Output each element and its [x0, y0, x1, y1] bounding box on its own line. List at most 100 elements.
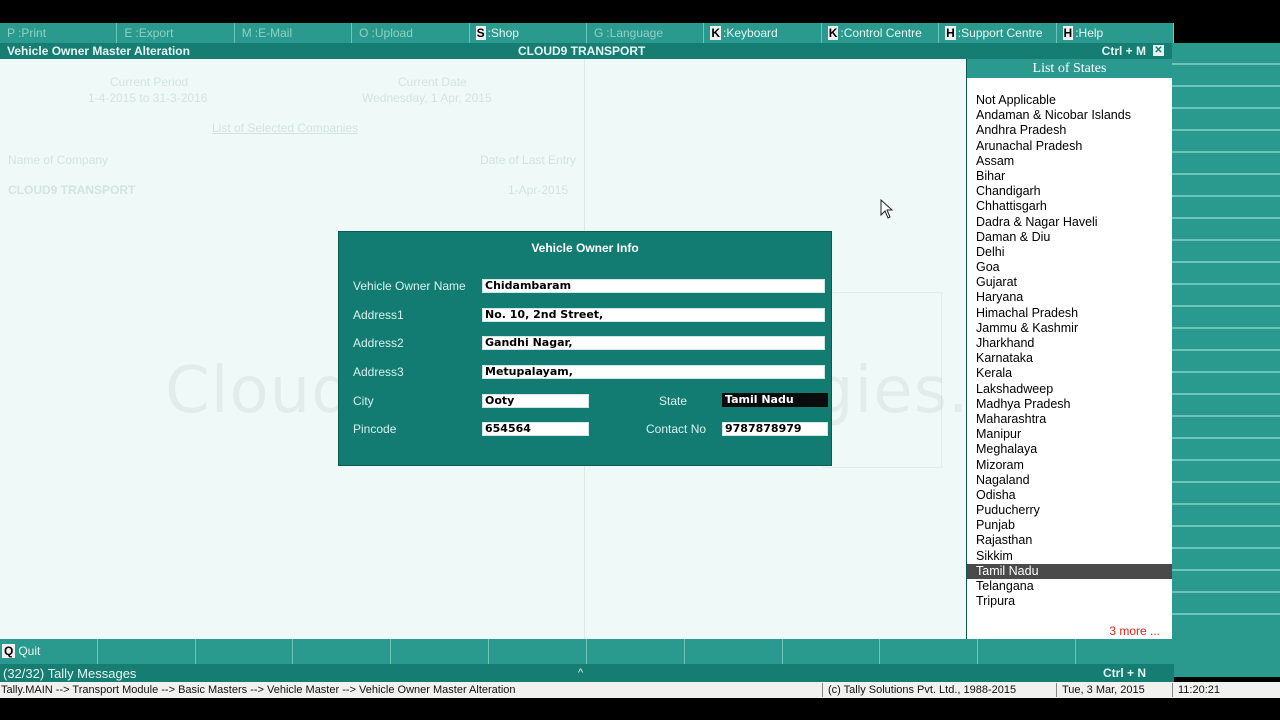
state-list-item[interactable]: Madhya Pradesh [967, 397, 1172, 412]
state-list-item[interactable]: Karnataka [967, 351, 1172, 366]
side-button[interactable] [1172, 351, 1280, 373]
state-label: State [659, 394, 688, 408]
control-centre-button[interactable]: K:Control Centre [822, 23, 940, 43]
state-list-item[interactable]: Kerala [967, 366, 1172, 381]
side-button[interactable] [1172, 593, 1280, 615]
side-button[interactable] [1172, 131, 1280, 153]
state-list-item[interactable]: Chhattisgarh [967, 199, 1172, 214]
control-centre-key: K [827, 26, 839, 40]
side-button[interactable] [1172, 395, 1280, 417]
state-list-item[interactable]: Punjab [967, 518, 1172, 533]
more-items-link[interactable]: 3 more ... [1109, 624, 1160, 638]
state-list-item[interactable]: Gujarat [967, 275, 1172, 290]
state-list-item[interactable]: Telangana [967, 579, 1172, 594]
state-list-item[interactable]: Haryana [967, 290, 1172, 305]
state-list-item[interactable]: Bihar [967, 169, 1172, 184]
state-list-item[interactable]: Chandigarh [967, 184, 1172, 199]
state-list-item[interactable]: Manipur [967, 427, 1172, 442]
expand-icon[interactable]: ^ [578, 664, 583, 682]
bottom-button[interactable] [685, 639, 783, 664]
owner-name-field[interactable]: Chidambaram [482, 279, 825, 293]
state-list-item[interactable]: Nagaland [967, 473, 1172, 488]
side-button[interactable] [1172, 43, 1280, 65]
email-button[interactable]: M:E-Mail [235, 23, 353, 43]
state-list-item[interactable]: Jammu & Kashmir [967, 321, 1172, 336]
keyboard-button[interactable]: K:Keyboard [704, 23, 822, 43]
address1-field[interactable]: No. 10, 2nd Street, [482, 308, 825, 322]
state-list-item[interactable]: Himachal Pradesh [967, 306, 1172, 321]
bottom-button[interactable] [391, 639, 490, 664]
state-list-item[interactable]: Arunachal Pradesh [967, 139, 1172, 154]
state-list-item[interactable]: Jharkhand [967, 336, 1172, 351]
contact-field[interactable]: 9787878979 [722, 422, 828, 436]
side-button[interactable] [1172, 417, 1280, 439]
address1-label: Address1 [353, 308, 404, 322]
support-centre-button[interactable]: H:Support Centre [939, 23, 1057, 43]
city-field[interactable]: Ooty [482, 394, 589, 408]
bottom-button[interactable] [880, 639, 979, 664]
bottom-button[interactable] [293, 639, 392, 664]
state-field[interactable]: Tamil Nadu [722, 393, 828, 407]
bottom-button[interactable] [783, 639, 881, 664]
side-button[interactable] [1172, 527, 1280, 549]
side-button[interactable] [1172, 241, 1280, 263]
side-button[interactable] [1172, 329, 1280, 351]
side-button[interactable] [1172, 197, 1280, 219]
bottom-button[interactable] [489, 639, 587, 664]
state-list-item[interactable]: Goa [967, 260, 1172, 275]
status-separator [1056, 683, 1057, 697]
side-button[interactable] [1172, 175, 1280, 197]
address3-field[interactable]: Metupalayam, [482, 365, 825, 379]
shop-button[interactable]: S:Shop [470, 23, 587, 43]
state-list-item[interactable]: Rajasthan [967, 533, 1172, 548]
side-button[interactable] [1172, 219, 1280, 241]
tally-messages[interactable]: (32/32) Tally Messages [3, 665, 136, 683]
state-list-item[interactable]: Not Applicable [967, 93, 1172, 108]
state-list-item[interactable]: Daman & Diu [967, 230, 1172, 245]
bottom-button[interactable] [196, 639, 294, 664]
side-button[interactable] [1172, 461, 1280, 483]
state-list-item[interactable]: Lakshadweep [967, 382, 1172, 397]
tally-messages-bar[interactable]: (32/32) Tally Messages ^ Ctrl + N [0, 664, 1174, 682]
side-button[interactable] [1172, 153, 1280, 175]
address2-field[interactable]: Gandhi Nagar, [482, 336, 825, 350]
side-button[interactable] [1172, 505, 1280, 527]
bottom-button[interactable] [587, 639, 685, 664]
side-button[interactable] [1172, 263, 1280, 285]
state-list-item[interactable]: Delhi [967, 245, 1172, 260]
help-button[interactable]: H:Help [1057, 23, 1174, 43]
side-button[interactable] [1172, 307, 1280, 329]
side-button[interactable] [1172, 571, 1280, 593]
bottom-button[interactable] [1076, 639, 1174, 664]
side-button[interactable] [1172, 373, 1280, 395]
state-list-item[interactable]: Andaman & Nicobar Islands [967, 108, 1172, 123]
state-list-item[interactable]: Mizoram [967, 458, 1172, 473]
side-button[interactable] [1172, 439, 1280, 461]
state-list-item[interactable]: Sikkim [967, 549, 1172, 564]
state-list-item[interactable]: Assam [967, 154, 1172, 169]
side-button[interactable] [1172, 285, 1280, 307]
state-list-item[interactable]: Meghalaya [967, 442, 1172, 457]
export-button[interactable]: E:Export [117, 23, 235, 43]
side-button[interactable] [1172, 65, 1280, 87]
side-button[interactable] [1172, 483, 1280, 505]
side-button[interactable] [1172, 87, 1280, 109]
bottom-button[interactable] [978, 639, 1077, 664]
state-list-item[interactable]: Tripura [967, 594, 1172, 609]
close-icon[interactable]: ✕ [1153, 45, 1164, 56]
print-button[interactable]: P:Print [0, 23, 118, 43]
state-list-item[interactable]: Puducherry [967, 503, 1172, 518]
name-column-header: Name of Company [8, 153, 109, 167]
quit-button[interactable]: Q Quit [0, 639, 98, 664]
state-list-item[interactable]: Tamil Nadu [967, 563, 1172, 579]
side-button[interactable] [1172, 109, 1280, 131]
upload-button[interactable]: O:Upload [352, 23, 470, 43]
state-list-item[interactable]: Andhra Pradesh [967, 123, 1172, 138]
bottom-button[interactable] [98, 639, 196, 664]
state-list-item[interactable]: Maharashtra [967, 412, 1172, 427]
language-button[interactable]: G:Language [587, 23, 705, 43]
state-list-item[interactable]: Odisha [967, 488, 1172, 503]
state-list-item[interactable]: Dadra & Nagar Haveli [967, 215, 1172, 230]
pincode-field[interactable]: 654564 [482, 422, 589, 436]
side-button[interactable] [1172, 549, 1280, 571]
